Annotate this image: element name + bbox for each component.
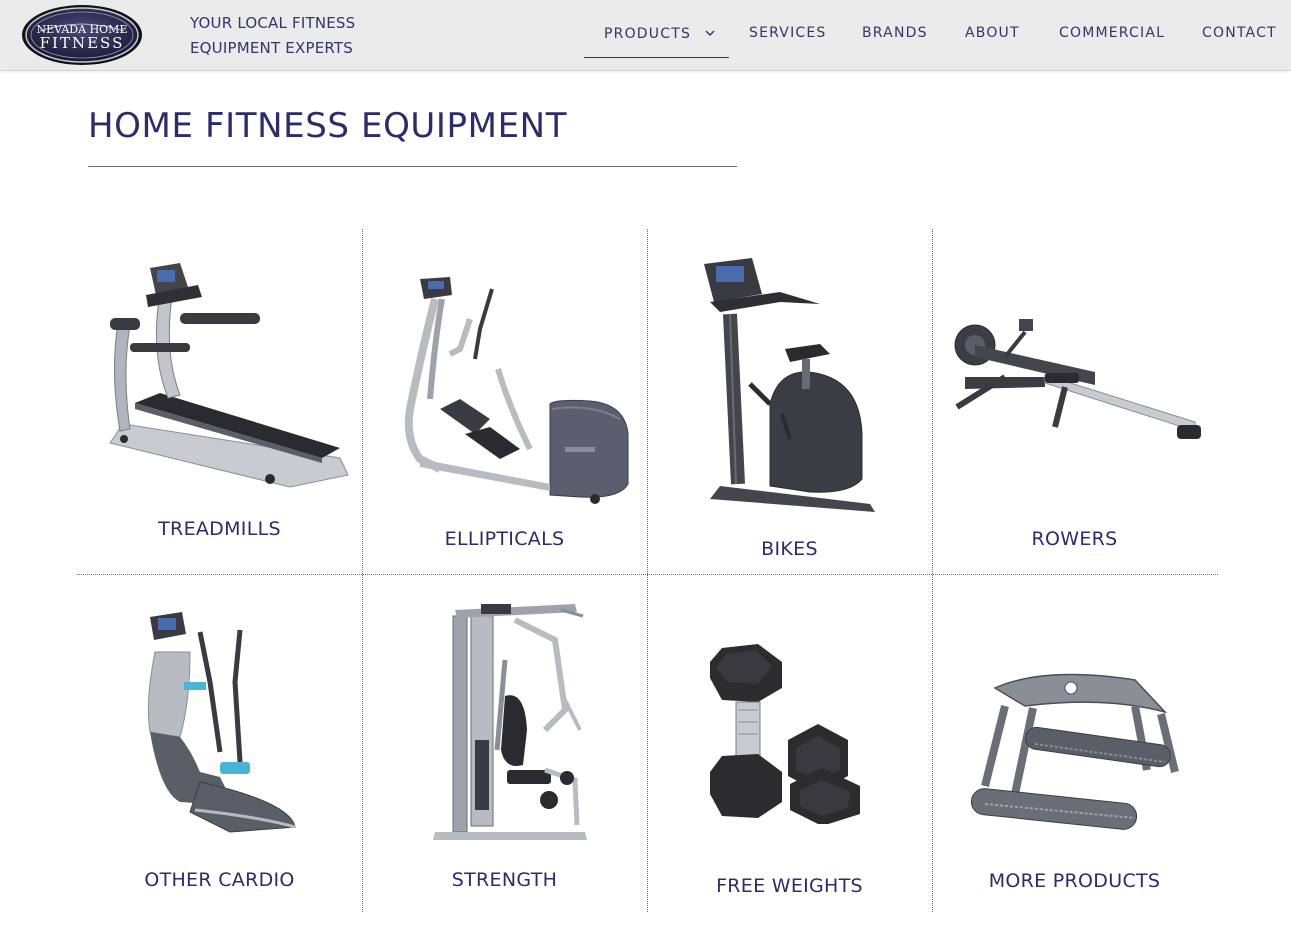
home-gym-icon: [362, 600, 647, 850]
chevron-down-icon: [705, 25, 715, 41]
nav-active-indicator: [584, 57, 729, 58]
category-card-bikes[interactable]: BIKES: [647, 229, 932, 574]
nav-contact[interactable]: CONTACT: [1202, 25, 1277, 45]
category-label: FREE WEIGHTS: [716, 875, 863, 897]
category-label: TREADMILLS: [158, 518, 281, 540]
main-nav: PRODUCTS SERVICES BRANDS ABOUT COMMERCIA…: [0, 0, 1291, 71]
category-card-free-weights[interactable]: FREE WEIGHTS: [647, 574, 932, 912]
nav-brands[interactable]: BRANDS: [862, 25, 928, 45]
nav-about[interactable]: ABOUT: [965, 25, 1020, 45]
page-title: HOME FITNESS EQUIPMENT: [88, 106, 568, 146]
category-label: ROWERS: [1031, 528, 1118, 550]
dumbbells-icon: [647, 644, 932, 824]
category-label: ELLIPTICALS: [444, 528, 565, 550]
category-card-ellipticals[interactable]: ELLIPTICALS: [362, 229, 647, 574]
elliptical-icon: [362, 259, 647, 509]
category-label: BIKES: [761, 538, 818, 560]
category-card-other-cardio[interactable]: OTHER CARDIO: [77, 574, 362, 912]
row-handle-icon: [932, 666, 1217, 846]
nav-commercial[interactable]: COMMERCIAL: [1059, 25, 1165, 45]
title-divider: [88, 166, 737, 167]
category-grid: TREADMILLS ELLIPTICALS BIKES ROWERS OTHE…: [77, 229, 1218, 912]
bike-icon: [647, 254, 932, 514]
category-label: STRENGTH: [451, 869, 558, 891]
category-label: MORE PRODUCTS: [988, 870, 1161, 892]
site-header: NEVADA HOME FITNESS YOUR LOCAL FITNESS E…: [0, 0, 1291, 71]
rower-icon: [932, 317, 1217, 467]
nav-services[interactable]: SERVICES: [749, 25, 827, 45]
nav-products[interactable]: PRODUCTS: [604, 25, 715, 45]
category-card-strength[interactable]: STRENGTH: [362, 574, 647, 912]
category-card-treadmills[interactable]: TREADMILLS: [77, 229, 362, 574]
adaptive-motion-trainer-icon: [77, 612, 362, 842]
category-label: OTHER CARDIO: [144, 869, 295, 891]
category-card-rowers[interactable]: ROWERS: [932, 229, 1217, 574]
nav-products-label: PRODUCTS: [604, 26, 692, 42]
category-card-more-products[interactable]: MORE PRODUCTS: [932, 574, 1217, 912]
treadmill-icon: [77, 253, 362, 491]
